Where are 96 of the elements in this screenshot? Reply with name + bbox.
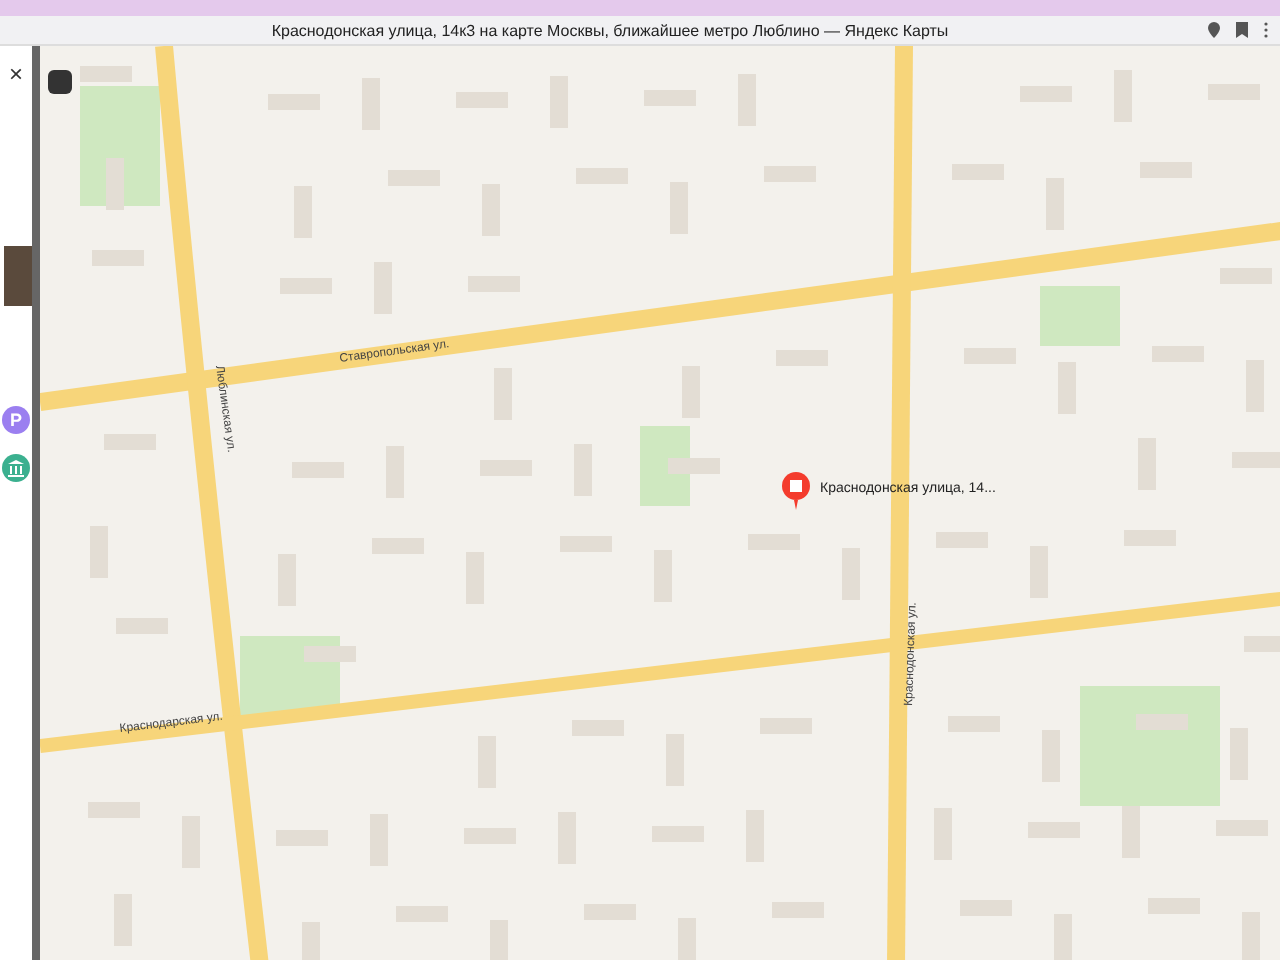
building bbox=[746, 810, 764, 862]
building bbox=[738, 74, 756, 126]
park bbox=[80, 86, 160, 206]
building bbox=[1232, 452, 1280, 468]
building bbox=[1230, 728, 1248, 780]
building bbox=[268, 94, 320, 110]
building bbox=[106, 158, 124, 210]
building bbox=[764, 166, 816, 182]
building bbox=[1020, 86, 1072, 102]
building bbox=[1138, 438, 1156, 490]
close-button[interactable]: × bbox=[8, 62, 23, 86]
building bbox=[388, 170, 440, 186]
building bbox=[1148, 898, 1200, 914]
building bbox=[952, 164, 1004, 180]
building bbox=[294, 186, 312, 238]
map-pin-icon[interactable] bbox=[782, 472, 810, 510]
building bbox=[490, 920, 508, 960]
building bbox=[372, 538, 424, 554]
building bbox=[584, 904, 636, 920]
building bbox=[1114, 70, 1132, 122]
building bbox=[482, 184, 500, 236]
building bbox=[80, 66, 132, 82]
building bbox=[1246, 360, 1264, 412]
building bbox=[666, 734, 684, 786]
building bbox=[644, 90, 696, 106]
building bbox=[576, 168, 628, 184]
building bbox=[88, 802, 140, 818]
building bbox=[550, 76, 568, 128]
building bbox=[560, 536, 612, 552]
building bbox=[396, 906, 448, 922]
building bbox=[374, 262, 392, 314]
photo-placeholder bbox=[4, 246, 32, 306]
building bbox=[1244, 636, 1280, 652]
building bbox=[936, 532, 988, 548]
building bbox=[964, 348, 1016, 364]
building bbox=[1058, 362, 1076, 414]
building bbox=[960, 900, 1012, 916]
building bbox=[304, 646, 356, 662]
building bbox=[466, 552, 484, 604]
building bbox=[480, 460, 532, 476]
building bbox=[478, 736, 496, 788]
building bbox=[1242, 912, 1260, 960]
building bbox=[278, 554, 296, 606]
building bbox=[386, 446, 404, 498]
building bbox=[456, 92, 508, 108]
building bbox=[104, 434, 156, 450]
building bbox=[494, 368, 512, 420]
building bbox=[1054, 914, 1072, 960]
building bbox=[760, 718, 812, 734]
building bbox=[842, 548, 860, 600]
building bbox=[772, 902, 824, 918]
building bbox=[1152, 346, 1204, 362]
building bbox=[572, 720, 624, 736]
park bbox=[1080, 686, 1220, 806]
building bbox=[90, 526, 108, 578]
building bbox=[668, 458, 720, 474]
building bbox=[1208, 84, 1260, 100]
building bbox=[116, 618, 168, 634]
building bbox=[276, 830, 328, 846]
location-pin-icon[interactable] bbox=[1208, 22, 1220, 38]
building bbox=[1042, 730, 1060, 782]
building bbox=[1124, 530, 1176, 546]
building bbox=[464, 828, 516, 844]
building bbox=[182, 816, 200, 868]
building bbox=[302, 922, 320, 960]
building bbox=[1216, 820, 1268, 836]
museum-icon[interactable] bbox=[2, 454, 30, 482]
building bbox=[948, 716, 1000, 732]
bookmark-icon[interactable] bbox=[1236, 22, 1248, 38]
building bbox=[654, 550, 672, 602]
building bbox=[748, 534, 800, 550]
building bbox=[1122, 806, 1140, 858]
building bbox=[670, 182, 688, 234]
building bbox=[682, 366, 700, 418]
building bbox=[1030, 546, 1048, 598]
building bbox=[1220, 268, 1272, 284]
building bbox=[362, 78, 380, 130]
building bbox=[280, 278, 332, 294]
building bbox=[1140, 162, 1192, 178]
park bbox=[1040, 286, 1120, 346]
building bbox=[92, 250, 144, 266]
building bbox=[114, 894, 132, 946]
building bbox=[574, 444, 592, 496]
building bbox=[1046, 178, 1064, 230]
building bbox=[652, 826, 704, 842]
building bbox=[468, 276, 520, 292]
window-title: Краснодонская улица, 14к3 на карте Москвы, ближайшее метро Люблино — Яндекс Карты bbox=[269, 21, 951, 39]
park bbox=[640, 426, 690, 506]
building bbox=[370, 814, 388, 866]
layers-button[interactable] bbox=[48, 70, 72, 94]
building bbox=[776, 350, 828, 366]
building bbox=[1028, 822, 1080, 838]
building bbox=[558, 812, 576, 864]
building bbox=[678, 918, 696, 960]
building bbox=[934, 808, 952, 860]
building bbox=[292, 462, 344, 478]
